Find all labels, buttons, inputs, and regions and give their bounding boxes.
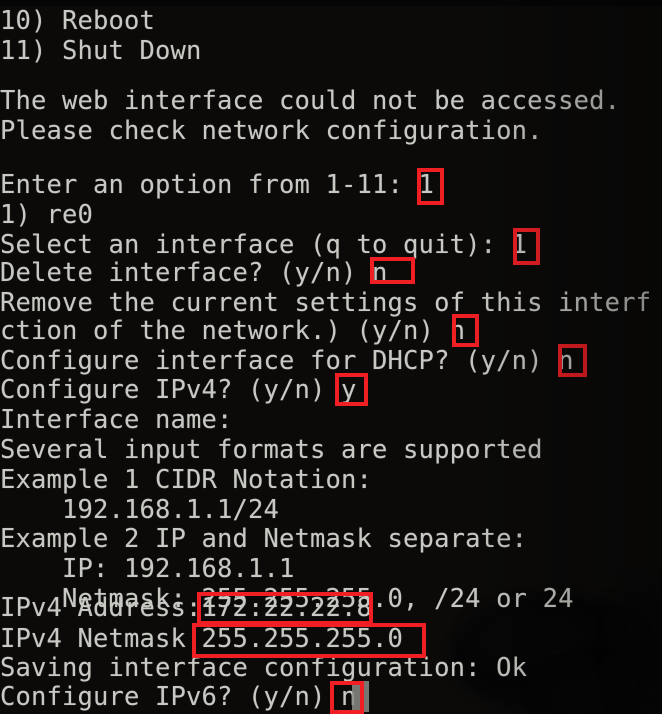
console-line-10: Remove the current settings of this inte… <box>0 288 652 318</box>
console-line-16: Example 1 CIDR Notation: <box>0 465 373 495</box>
console-line-9: Delete interface? (y/n) n <box>0 258 388 288</box>
console-line-6: Enter an option from 1-11: 1 <box>0 170 435 200</box>
console-line-13: Configure IPv4? (y/n) y <box>0 375 357 405</box>
console-line-14: Interface name: <box>0 405 233 435</box>
console-line-4: Please check network configuration. <box>0 116 543 146</box>
console-line-1: 11) Shut Down <box>0 36 202 66</box>
console-line-22: IPv4 Netmask 255.255.255.0 <box>0 624 404 654</box>
console-line-18: Example 2 IP and Netmask separate: <box>0 524 528 554</box>
console-line-3: The web interface could not be accessed. <box>0 86 621 116</box>
console-line-0: 10) Reboot <box>0 6 156 36</box>
console-line-21: IPv4 Address:172.22.22.8 <box>0 593 373 623</box>
console-output: 10) Reboot 11) Shut Down The web interfa… <box>0 0 662 714</box>
console-line-8: Select an interface (q to quit): 1 <box>0 230 528 260</box>
console-line-17: 192.168.1.1/24 <box>0 495 280 525</box>
console-line-23: Saving interface configuration: Ok <box>0 653 528 683</box>
console-line-7: 1) re0 <box>0 200 94 230</box>
console-line-12: Configure interface for DHCP? (y/n) n <box>0 346 574 376</box>
terminal-screen[interactable]: 10) Reboot 11) Shut Down The web interfa… <box>0 0 662 714</box>
text-cursor <box>352 681 369 712</box>
console-line-11: ction of the network.) (y/n) n <box>0 316 466 346</box>
console-line-15: Several input formats are supported <box>0 435 543 465</box>
console-line-24: Configure IPv6? (y/n) n <box>0 682 357 712</box>
console-line-19: IP: 192.168.1.1 <box>0 554 295 584</box>
